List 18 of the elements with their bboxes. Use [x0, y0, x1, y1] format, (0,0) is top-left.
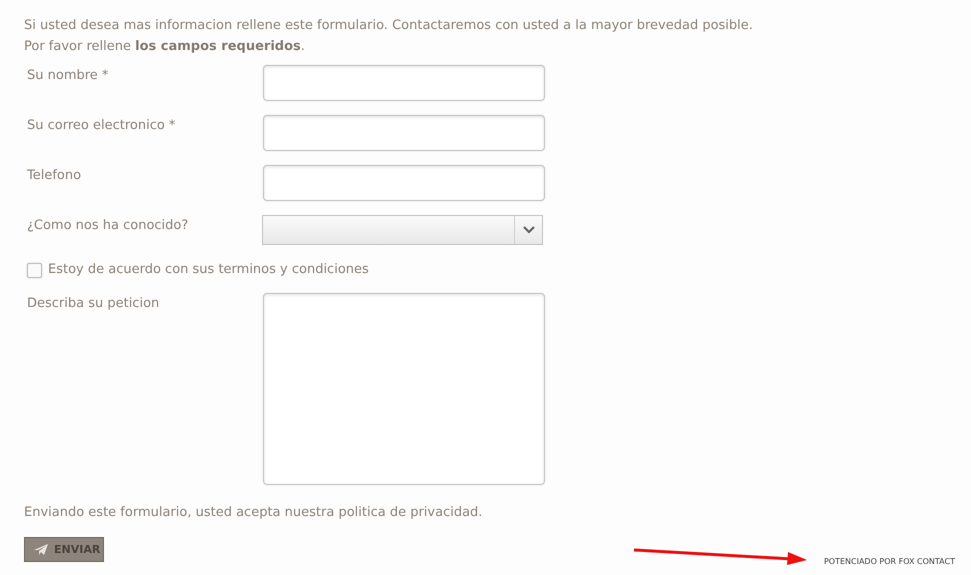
- input-field[interactable]: [263, 65, 545, 101]
- checkbox[interactable]: [27, 262, 42, 278]
- field-label: Telefono: [26, 167, 82, 185]
- input-field[interactable]: [263, 165, 545, 201]
- intro-text: Si usted desea mas informacion rellene este formulario. Contactaremos con usted a la mayor brevedad posible.: [24, 17, 754, 35]
- chevron-down-icon: [522, 226, 534, 234]
- paper-plane-icon: [34, 544, 48, 555]
- field-label: Su nombre *: [26, 67, 110, 85]
- input-field[interactable]: [263, 115, 545, 151]
- field-label: ¿Como nos ha conocido?: [26, 217, 190, 235]
- field-label: Su correo electronico *: [26, 117, 176, 135]
- privacy-note: Enviando este formulario, usted acepta nuestra politica de privacidad.: [24, 505, 484, 520]
- message-field[interactable]: [263, 293, 545, 485]
- field-label: Describa su peticion: [26, 295, 160, 313]
- powered-by-link[interactable]: POTENCIADO POR FOX CONTACT: [824, 557, 955, 566]
- dropdown-field[interactable]: [262, 215, 543, 245]
- checkbox-label: Estoy de acuerdo con sus terminos y condiciones: [48, 261, 369, 279]
- intro-text: Por favor rellene los campos requeridos.: [24, 38, 306, 56]
